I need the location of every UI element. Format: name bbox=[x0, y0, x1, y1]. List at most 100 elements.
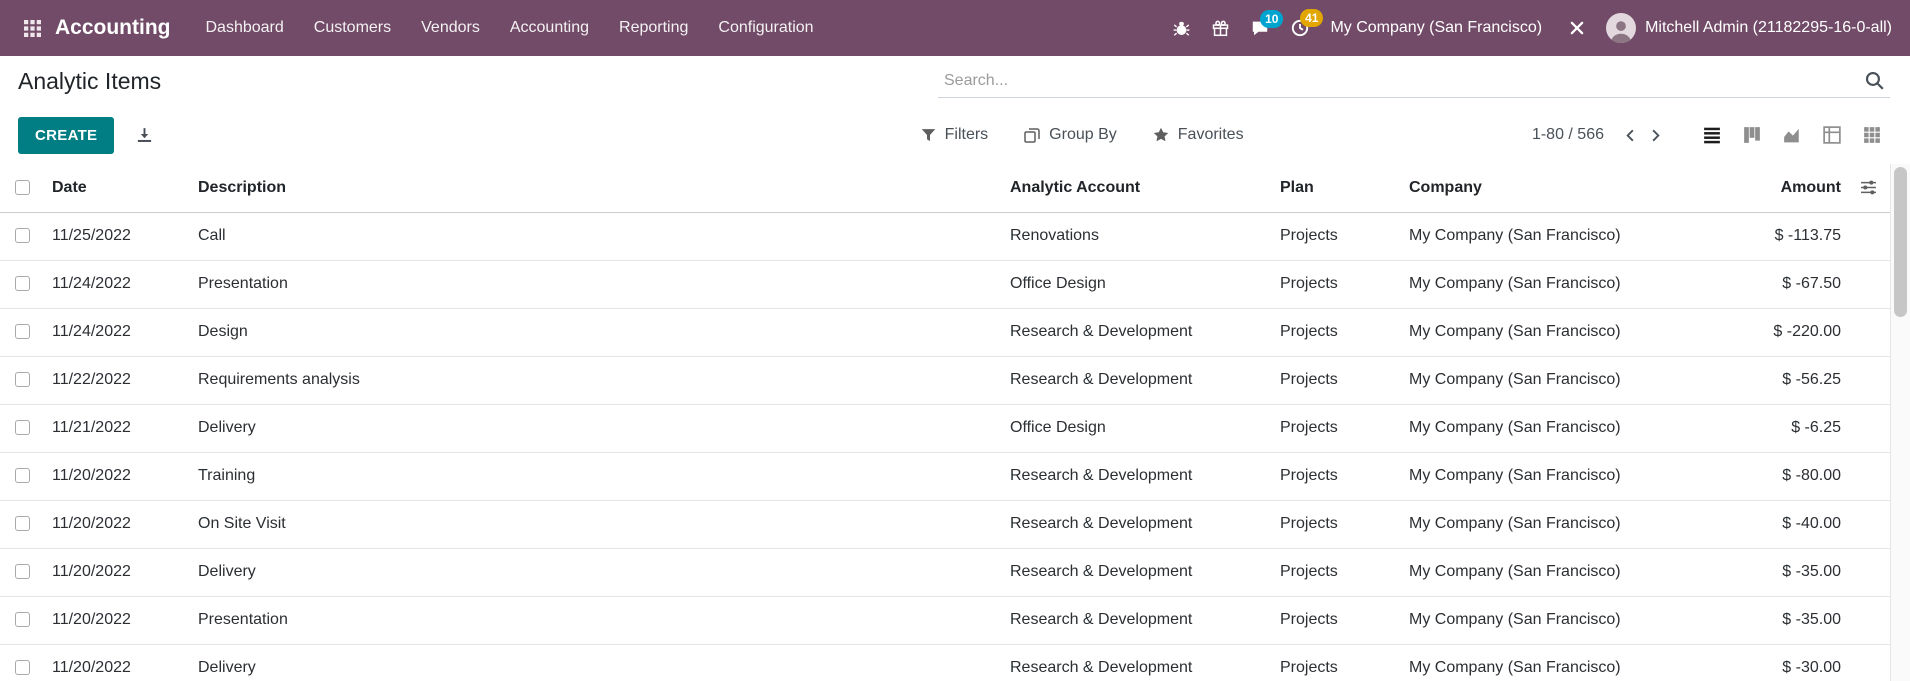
cell-description: Design bbox=[190, 308, 1002, 356]
column-header-plan[interactable]: Plan bbox=[1272, 164, 1401, 212]
cell-amount: $ -113.75 bbox=[1747, 212, 1847, 260]
top-navbar: Accounting Dashboard Customers Vendors A… bbox=[0, 0, 1910, 56]
vertical-scrollbar[interactable] bbox=[1890, 164, 1910, 681]
table-row[interactable]: 11/20/2022 Presentation Research & Devel… bbox=[0, 596, 1890, 644]
main-menu: Dashboard Customers Vendors Accounting R… bbox=[191, 2, 829, 54]
row-checkbox[interactable] bbox=[15, 420, 30, 435]
menu-item-reporting[interactable]: Reporting bbox=[604, 2, 703, 54]
app-name[interactable]: Accounting bbox=[55, 16, 171, 40]
create-button[interactable]: CREATE bbox=[18, 117, 114, 154]
table-row[interactable]: 11/20/2022 Training Research & Developme… bbox=[0, 452, 1890, 500]
cell-date: 11/20/2022 bbox=[44, 596, 190, 644]
cell-plan: Projects bbox=[1272, 404, 1401, 452]
activities-clock-icon[interactable]: 41 bbox=[1280, 11, 1320, 45]
row-checkbox[interactable] bbox=[15, 564, 30, 579]
row-checkbox[interactable] bbox=[15, 276, 30, 291]
cell-analytic-account: Research & Development bbox=[1002, 644, 1272, 681]
column-header-company[interactable]: Company bbox=[1401, 164, 1747, 212]
list-view-icon[interactable] bbox=[1694, 121, 1730, 149]
table-row[interactable]: 11/21/2022 Delivery Office Design Projec… bbox=[0, 404, 1890, 452]
cell-plan: Projects bbox=[1272, 356, 1401, 404]
row-checkbox[interactable] bbox=[15, 516, 30, 531]
page-title: Analytic Items bbox=[18, 68, 161, 95]
cell-company: My Company (San Francisco) bbox=[1401, 644, 1747, 681]
column-header-account[interactable]: Analytic Account bbox=[1002, 164, 1272, 212]
pager-next-icon[interactable] bbox=[1643, 123, 1668, 148]
cell-company: My Company (San Francisco) bbox=[1401, 260, 1747, 308]
cell-amount: $ -6.25 bbox=[1747, 404, 1847, 452]
view-switcher bbox=[1694, 121, 1890, 149]
cell-amount: $ -35.00 bbox=[1747, 596, 1847, 644]
cell-plan: Projects bbox=[1272, 548, 1401, 596]
scrollbar-thumb[interactable] bbox=[1894, 167, 1907, 317]
column-header-date[interactable]: Date bbox=[44, 164, 190, 212]
table-row[interactable]: 11/24/2022 Design Research & Development… bbox=[0, 308, 1890, 356]
cell-description: Presentation bbox=[190, 260, 1002, 308]
graph-view-icon[interactable] bbox=[1774, 121, 1810, 149]
search-bar bbox=[938, 64, 1890, 98]
cell-date: 11/20/2022 bbox=[44, 644, 190, 681]
export-download-icon[interactable] bbox=[130, 121, 159, 150]
table-row[interactable]: 11/20/2022 On Site Visit Research & Deve… bbox=[0, 500, 1890, 548]
favorites-label: Favorites bbox=[1178, 126, 1244, 144]
analytic-items-list: Date Description Analytic Account Plan C… bbox=[0, 164, 1890, 681]
user-avatar bbox=[1606, 13, 1636, 43]
favorites-button[interactable]: Favorites bbox=[1153, 126, 1244, 144]
cell-plan: Projects bbox=[1272, 596, 1401, 644]
cell-analytic-account: Research & Development bbox=[1002, 596, 1272, 644]
cell-amount: $ -220.00 bbox=[1747, 308, 1847, 356]
table-row[interactable]: 11/25/2022 Call Renovations Projects My … bbox=[0, 212, 1890, 260]
filters-button[interactable]: Filters bbox=[921, 126, 989, 144]
apps-menu-icon[interactable] bbox=[14, 12, 51, 45]
menu-item-vendors[interactable]: Vendors bbox=[406, 2, 495, 54]
group-by-button[interactable]: Group By bbox=[1024, 126, 1117, 144]
dashboard-view-icon[interactable] bbox=[1854, 121, 1890, 149]
menu-item-configuration[interactable]: Configuration bbox=[703, 2, 828, 54]
pivot-view-icon[interactable] bbox=[1814, 121, 1850, 149]
row-checkbox[interactable] bbox=[15, 660, 30, 675]
table-row[interactable]: 11/24/2022 Presentation Office Design Pr… bbox=[0, 260, 1890, 308]
row-checkbox[interactable] bbox=[15, 324, 30, 339]
cell-company: My Company (San Francisco) bbox=[1401, 548, 1747, 596]
cell-description: Delivery bbox=[190, 644, 1002, 681]
menu-item-accounting[interactable]: Accounting bbox=[495, 2, 604, 54]
company-switcher[interactable]: My Company (San Francisco) bbox=[1330, 19, 1542, 37]
select-all-checkbox[interactable] bbox=[15, 180, 30, 195]
column-header-amount[interactable]: Amount bbox=[1747, 164, 1847, 212]
cell-analytic-account: Research & Development bbox=[1002, 308, 1272, 356]
row-checkbox[interactable] bbox=[15, 468, 30, 483]
messages-icon[interactable]: 10 bbox=[1240, 12, 1280, 45]
cell-plan: Projects bbox=[1272, 212, 1401, 260]
cell-date: 11/20/2022 bbox=[44, 548, 190, 596]
cell-company: My Company (San Francisco) bbox=[1401, 404, 1747, 452]
cell-company: My Company (San Francisco) bbox=[1401, 308, 1747, 356]
row-checkbox[interactable] bbox=[15, 612, 30, 627]
search-input[interactable] bbox=[944, 72, 1855, 90]
menu-item-dashboard[interactable]: Dashboard bbox=[191, 2, 299, 54]
cell-amount: $ -40.00 bbox=[1747, 500, 1847, 548]
user-menu[interactable]: Mitchell Admin (21182295-16-0-all) bbox=[1606, 13, 1892, 43]
support-tools-icon[interactable] bbox=[1556, 11, 1598, 45]
filter-funnel-icon bbox=[921, 128, 936, 143]
upgrade-gift-icon[interactable] bbox=[1201, 12, 1240, 45]
column-header-description[interactable]: Description bbox=[190, 164, 1002, 212]
row-checkbox[interactable] bbox=[15, 228, 30, 243]
debug-bug-icon[interactable] bbox=[1162, 12, 1201, 45]
table-row[interactable]: 11/20/2022 Delivery Research & Developme… bbox=[0, 548, 1890, 596]
row-checkbox[interactable] bbox=[15, 372, 30, 387]
optional-columns-icon[interactable] bbox=[1856, 175, 1881, 200]
cell-analytic-account: Research & Development bbox=[1002, 356, 1272, 404]
kanban-view-icon[interactable] bbox=[1734, 121, 1770, 149]
cell-analytic-account: Research & Development bbox=[1002, 500, 1272, 548]
pager-previous-icon[interactable] bbox=[1618, 123, 1643, 148]
menu-item-customers[interactable]: Customers bbox=[299, 2, 406, 54]
cell-date: 11/21/2022 bbox=[44, 404, 190, 452]
cell-company: My Company (San Francisco) bbox=[1401, 356, 1747, 404]
cell-plan: Projects bbox=[1272, 260, 1401, 308]
cell-description: Training bbox=[190, 452, 1002, 500]
table-row[interactable]: 11/20/2022 Delivery Research & Developme… bbox=[0, 644, 1890, 681]
search-icon[interactable] bbox=[1865, 71, 1884, 90]
table-row[interactable]: 11/22/2022 Requirements analysis Researc… bbox=[0, 356, 1890, 404]
cell-analytic-account: Research & Development bbox=[1002, 452, 1272, 500]
cell-description: Presentation bbox=[190, 596, 1002, 644]
